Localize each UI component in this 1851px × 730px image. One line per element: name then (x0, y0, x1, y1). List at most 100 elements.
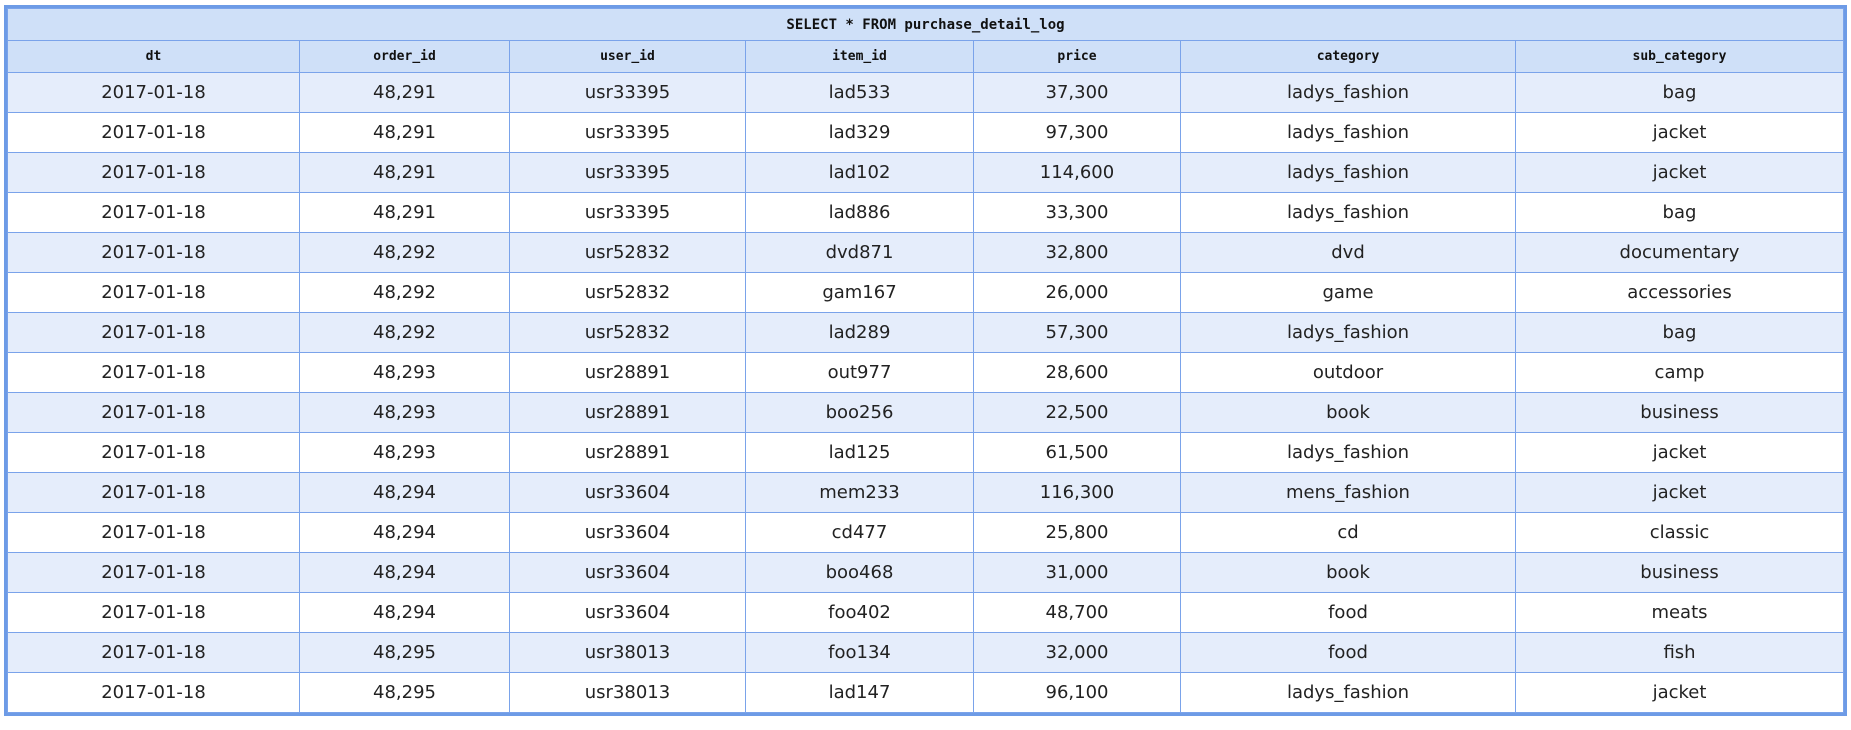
cell-dt: 2017-01-18 (7, 352, 300, 393)
cell-user-id: usr33604 (509, 472, 746, 513)
table-row: 2017-01-18 48,291 usr33395 lad533 37,300 lady… (7, 72, 1844, 113)
table-row: 2017-01-18 48,291 usr33395 lad329 97,300 lady… (7, 112, 1844, 153)
table-row: 2017-01-18 48,294 usr33604 foo402 48,700 food… (7, 592, 1844, 633)
cell-item-id: foo134 (745, 632, 974, 673)
cell-price: 32,000 (973, 632, 1181, 673)
query-result-table-container: SELECT * FROM purchase_detail_log dt ord… (4, 5, 1847, 716)
cell-category: mens_fashion (1180, 472, 1516, 513)
cell-dt: 2017-01-18 (7, 272, 300, 313)
cell-price: 48,700 (973, 592, 1181, 633)
cell-sub-category: meats (1515, 592, 1844, 633)
cell-user-id: usr33395 (509, 72, 746, 113)
cell-user-id: usr33604 (509, 552, 746, 593)
cell-category: ladys_fashion (1180, 152, 1516, 193)
cell-price: 33,300 (973, 192, 1181, 233)
cell-item-id: dvd871 (745, 232, 974, 273)
cell-category: game (1180, 272, 1516, 313)
cell-dt: 2017-01-18 (7, 472, 300, 513)
cell-price: 26,000 (973, 272, 1181, 313)
cell-category: ladys_fashion (1180, 672, 1516, 713)
table-row: 2017-01-18 48,293 usr28891 boo256 22,500 book… (7, 392, 1844, 433)
cell-user-id: usr28891 (509, 352, 746, 393)
cell-category: ladys_fashion (1180, 192, 1516, 233)
cell-order-id: 48,294 (299, 592, 510, 633)
cell-sub-category: accessories (1515, 272, 1844, 313)
table-row: 2017-01-18 48,294 usr33604 cd477 25,800 cd cla… (7, 512, 1844, 553)
column-header-sub-category: sub_category (1515, 40, 1844, 73)
table-row: 2017-01-18 48,293 usr28891 lad125 61,500 lady… (7, 432, 1844, 473)
table-row: 2017-01-18 48,292 usr52832 dvd871 32,800 dvd d… (7, 232, 1844, 273)
cell-dt: 2017-01-18 (7, 72, 300, 113)
cell-dt: 2017-01-18 (7, 512, 300, 553)
cell-category: cd (1180, 512, 1516, 553)
cell-item-id: boo468 (745, 552, 974, 593)
cell-item-id: out977 (745, 352, 974, 393)
cell-item-id: foo402 (745, 592, 974, 633)
cell-order-id: 48,292 (299, 272, 510, 313)
cell-item-id: gam167 (745, 272, 974, 313)
cell-order-id: 48,291 (299, 192, 510, 233)
cell-order-id: 48,292 (299, 232, 510, 273)
table-row: 2017-01-18 48,294 usr33604 mem233 116,300 men… (7, 472, 1844, 513)
cell-user-id: usr33395 (509, 112, 746, 153)
cell-sub-category: camp (1515, 352, 1844, 393)
cell-sub-category: fish (1515, 632, 1844, 673)
cell-category: ladys_fashion (1180, 72, 1516, 113)
cell-order-id: 48,293 (299, 432, 510, 473)
cell-sub-category: jacket (1515, 432, 1844, 473)
header-row: dt order_id user_id item_id price catego… (7, 40, 1844, 73)
cell-category: book (1180, 392, 1516, 433)
cell-price: 32,800 (973, 232, 1181, 273)
cell-item-id: lad533 (745, 72, 974, 113)
cell-order-id: 48,293 (299, 352, 510, 393)
cell-sub-category: jacket (1515, 152, 1844, 193)
query-title: SELECT * FROM purchase_detail_log (7, 8, 1844, 41)
cell-order-id: 48,294 (299, 512, 510, 553)
cell-dt: 2017-01-18 (7, 552, 300, 593)
cell-category: outdoor (1180, 352, 1516, 393)
cell-item-id: lad329 (745, 112, 974, 153)
cell-user-id: usr33604 (509, 512, 746, 553)
cell-dt: 2017-01-18 (7, 312, 300, 353)
cell-user-id: usr28891 (509, 392, 746, 433)
cell-category: book (1180, 552, 1516, 593)
cell-order-id: 48,291 (299, 72, 510, 113)
cell-dt: 2017-01-18 (7, 232, 300, 273)
cell-item-id: lad886 (745, 192, 974, 233)
cell-dt: 2017-01-18 (7, 112, 300, 153)
cell-sub-category: business (1515, 552, 1844, 593)
cell-item-id: lad125 (745, 432, 974, 473)
cell-order-id: 48,295 (299, 672, 510, 713)
column-header-price: price (973, 40, 1181, 73)
cell-item-id: mem233 (745, 472, 974, 513)
cell-sub-category: jacket (1515, 672, 1844, 713)
table-row: 2017-01-18 48,291 usr33395 lad886 33,300 lady… (7, 192, 1844, 233)
cell-dt: 2017-01-18 (7, 432, 300, 473)
cell-user-id: usr38013 (509, 632, 746, 673)
cell-item-id: boo256 (745, 392, 974, 433)
cell-dt: 2017-01-18 (7, 192, 300, 233)
cell-price: 61,500 (973, 432, 1181, 473)
cell-category: ladys_fashion (1180, 432, 1516, 473)
cell-order-id: 48,291 (299, 112, 510, 153)
cell-order-id: 48,293 (299, 392, 510, 433)
column-header-category: category (1180, 40, 1516, 73)
table-row: 2017-01-18 48,293 usr28891 out977 28,600 outd… (7, 352, 1844, 393)
column-header-user-id: user_id (509, 40, 746, 73)
cell-sub-category: bag (1515, 312, 1844, 353)
table-row: 2017-01-18 48,295 usr38013 foo134 32,000 food… (7, 632, 1844, 673)
cell-sub-category: business (1515, 392, 1844, 433)
cell-category: food (1180, 632, 1516, 673)
cell-user-id: usr28891 (509, 432, 746, 473)
cell-category: food (1180, 592, 1516, 633)
cell-sub-category: jacket (1515, 472, 1844, 513)
table-row: 2017-01-18 48,292 usr52832 lad289 57,300 lady… (7, 312, 1844, 353)
cell-dt: 2017-01-18 (7, 592, 300, 633)
table-row: 2017-01-18 48,292 usr52832 gam167 26,000 game… (7, 272, 1844, 313)
cell-price: 96,100 (973, 672, 1181, 713)
cell-price: 25,800 (973, 512, 1181, 553)
cell-category: dvd (1180, 232, 1516, 273)
cell-price: 31,000 (973, 552, 1181, 593)
table-row: 2017-01-18 48,295 usr38013 lad147 96,100 lady… (7, 672, 1844, 713)
column-header-item-id: item_id (745, 40, 974, 73)
